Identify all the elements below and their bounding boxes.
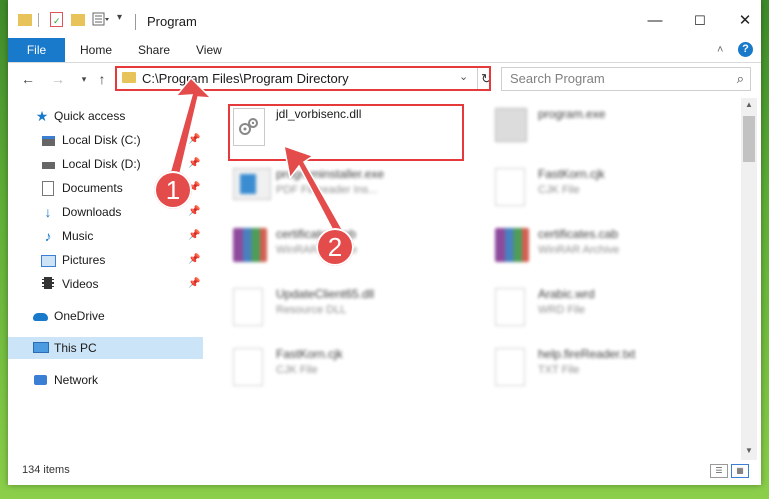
step-badge-1: 1 (154, 171, 192, 209)
file-explorer-window: ✓ ▾ Program — ☐ ✕ File Home Share View ˄… (8, 0, 761, 485)
arrow-2 (283, 144, 348, 241)
step-badge-2: 2 (316, 228, 354, 266)
callout-arrows (167, 76, 348, 241)
arrow-1 (167, 76, 213, 183)
